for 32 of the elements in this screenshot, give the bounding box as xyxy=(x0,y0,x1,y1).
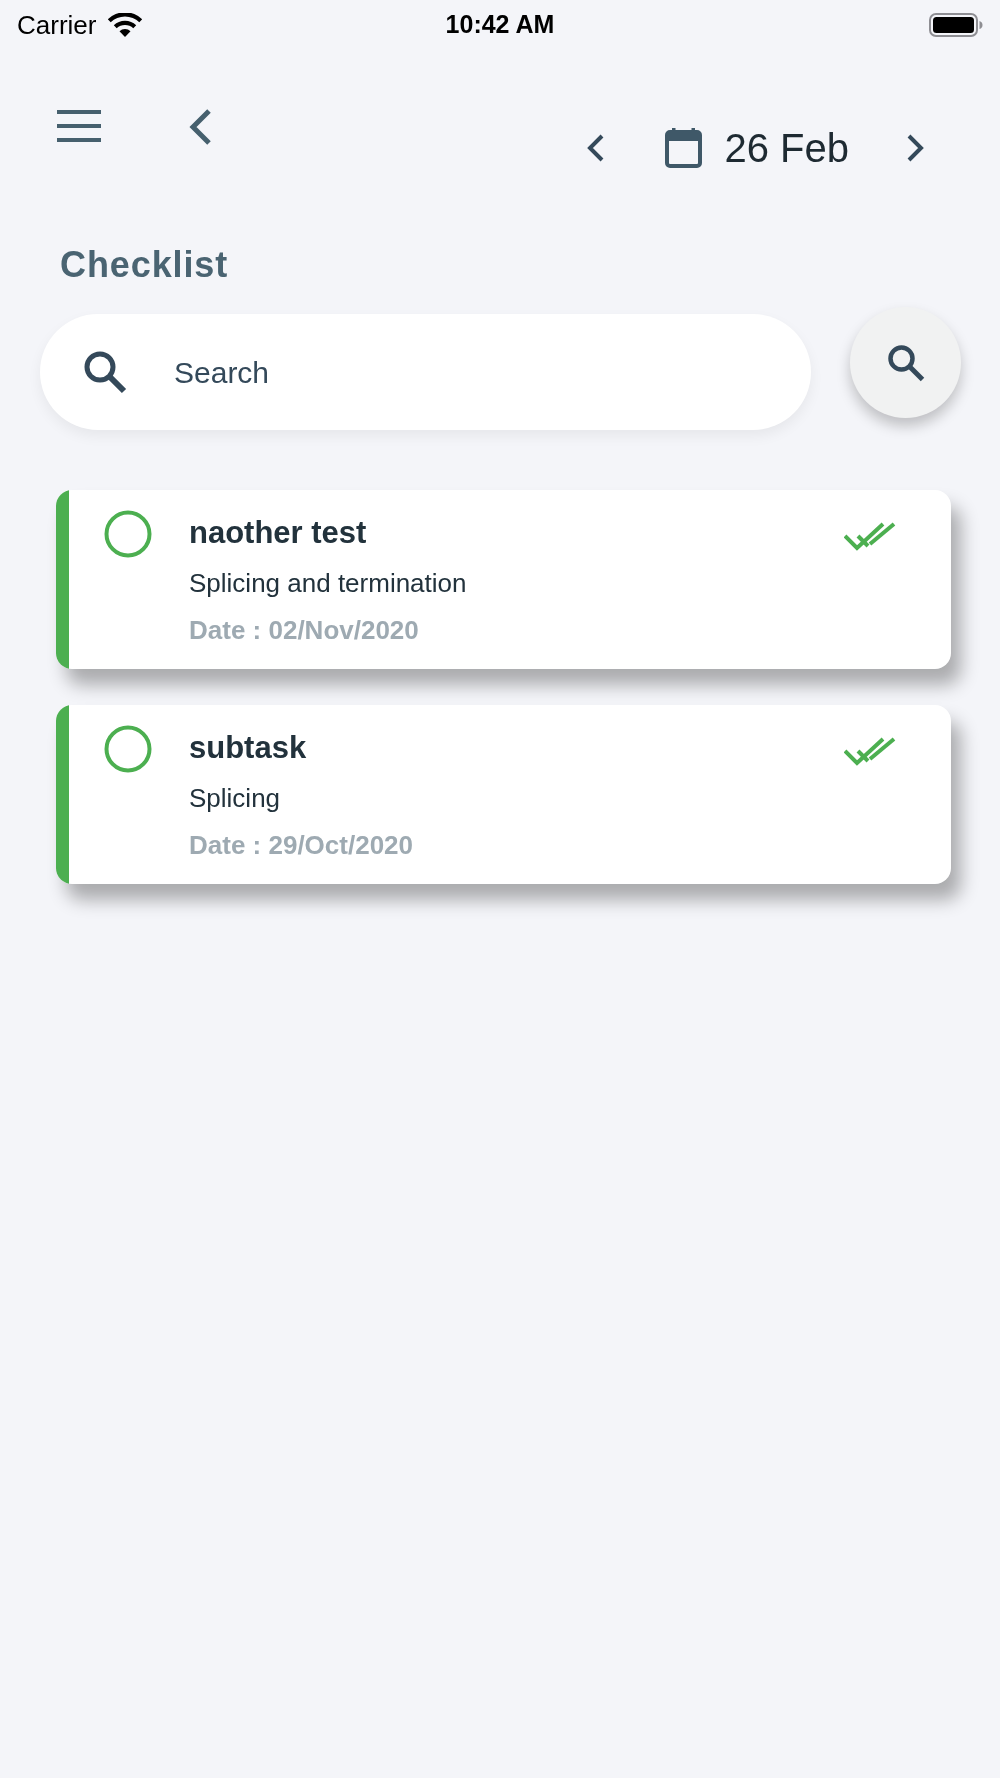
battery-icon xyxy=(929,13,983,37)
chevron-right-icon xyxy=(907,134,925,162)
calendar-icon xyxy=(665,128,703,168)
selected-date[interactable]: 26 Feb xyxy=(724,128,849,168)
carrier-name: Carrier xyxy=(17,8,97,42)
next-day-button[interactable] xyxy=(907,134,925,162)
back-button[interactable] xyxy=(188,108,212,146)
task-category: Splicing xyxy=(189,782,281,815)
menu-icon xyxy=(57,110,101,142)
task-title: naother test xyxy=(189,514,367,552)
search-button[interactable] xyxy=(850,307,961,418)
task-card[interactable]: subtask Splicing Date : 29/Oct/2020 xyxy=(56,705,951,884)
search-field[interactable]: Search xyxy=(40,314,811,430)
task-date: Date : 29/Oct/2020 xyxy=(189,829,413,862)
back-chevron-icon xyxy=(188,108,212,146)
task-date: Date : 02/Nov/2020 xyxy=(189,614,419,647)
double-check-icon xyxy=(844,736,896,768)
menu-button[interactable] xyxy=(57,110,101,142)
complete-checkbox[interactable] xyxy=(104,725,152,773)
search-icon xyxy=(886,343,925,382)
complete-checkbox[interactable] xyxy=(104,510,152,558)
task-category: Splicing and termination xyxy=(189,567,467,600)
task-card[interactable]: naother test Splicing and termination Date : 02/Nov/2020 xyxy=(56,490,951,669)
task-title: subtask xyxy=(189,729,307,767)
chevron-left-icon xyxy=(586,134,605,162)
status-time: 10:42 AM xyxy=(445,9,555,41)
double-check-icon xyxy=(844,521,896,553)
search-icon xyxy=(83,350,127,394)
search-input[interactable]: Search xyxy=(174,352,734,392)
page-title: Checklist xyxy=(60,247,229,283)
wifi-icon xyxy=(106,13,145,37)
previous-day-button[interactable] xyxy=(586,134,605,162)
